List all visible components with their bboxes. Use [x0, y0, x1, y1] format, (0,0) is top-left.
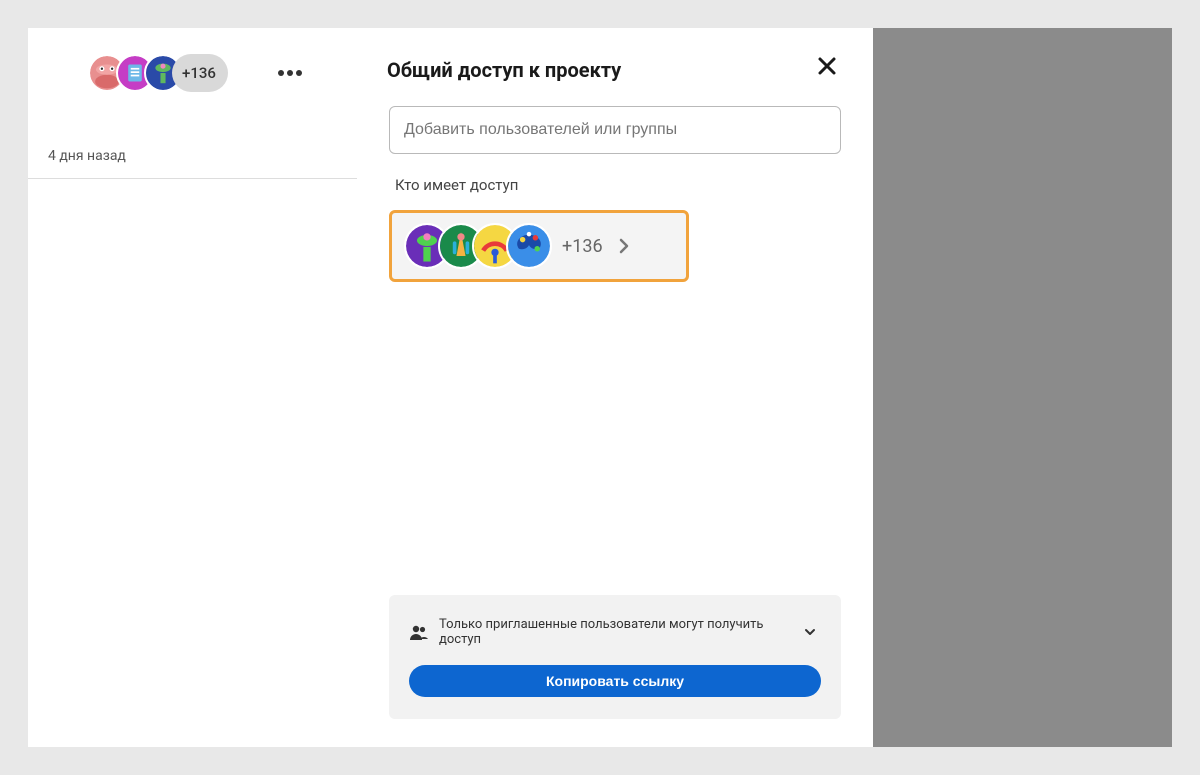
chevron-down-icon — [803, 625, 817, 639]
modal-title: Общий доступ к проекту — [387, 58, 621, 82]
share-modal: Общий доступ к проекту Кто имеет доступ — [357, 28, 873, 747]
avatar — [506, 223, 552, 269]
who-has-access-label: Кто имеет доступ — [395, 176, 841, 194]
copy-link-button[interactable]: Копировать ссылку — [409, 665, 821, 697]
add-users-input[interactable] — [389, 106, 841, 154]
close-icon — [815, 54, 839, 78]
more-menu-icon[interactable] — [278, 70, 302, 76]
modal-body: Кто имеет доступ — [357, 106, 873, 595]
access-avatar-stack — [404, 223, 552, 269]
users-icon — [409, 622, 429, 642]
access-row[interactable]: +136 — [389, 210, 689, 282]
chevron-right-icon — [615, 237, 633, 255]
avatar-overflow-count[interactable]: +136 — [172, 54, 228, 92]
access-count: +136 — [562, 236, 603, 257]
background-avatar-stack[interactable]: +136 — [88, 54, 228, 92]
modal-header: Общий доступ к проекту — [357, 28, 873, 106]
permission-text: Только приглашенные пользователи могут п… — [439, 617, 793, 647]
permission-dropdown[interactable]: Только приглашенные пользователи могут п… — [409, 617, 821, 665]
close-button[interactable] — [807, 46, 847, 86]
modal-footer: Только приглашенные пользователи могут п… — [389, 595, 841, 719]
